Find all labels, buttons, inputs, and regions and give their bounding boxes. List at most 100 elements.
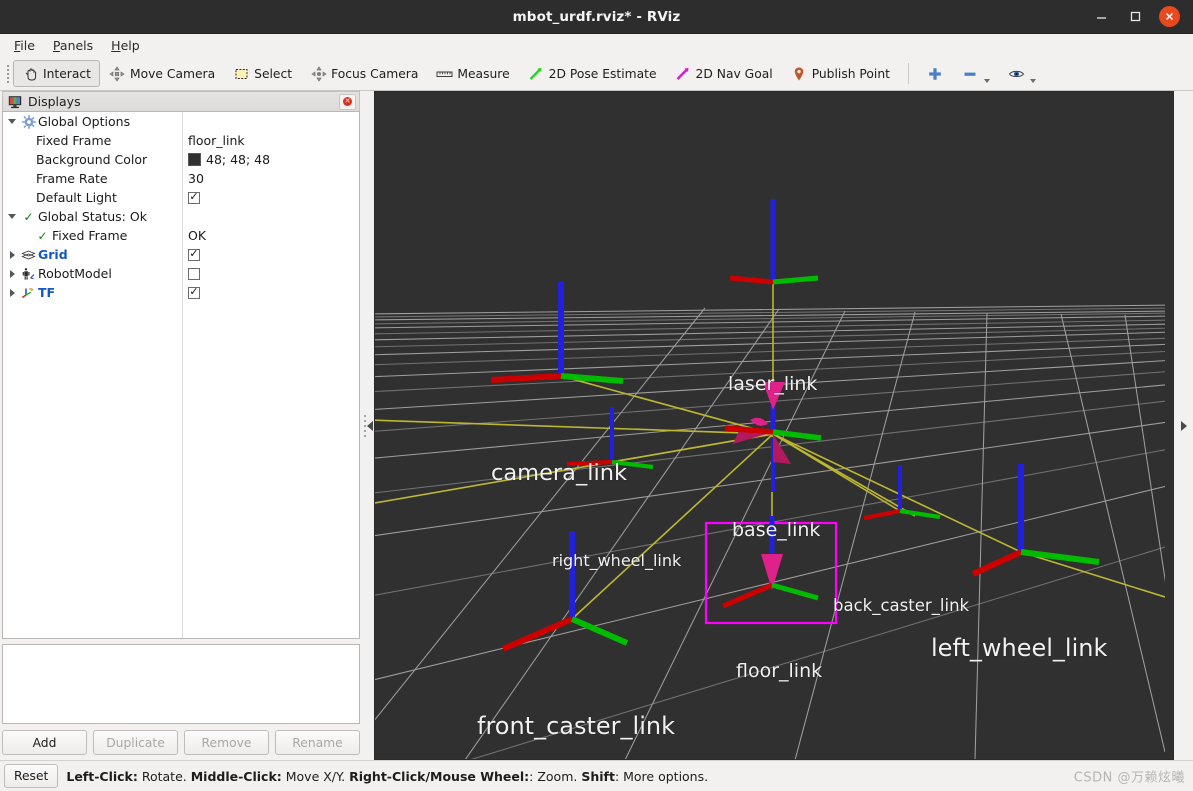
tree-label-frame-rate: Frame Rate	[36, 171, 108, 186]
tool-interact[interactable]: Interact	[13, 60, 100, 87]
hand-cursor-icon	[22, 65, 39, 82]
window-controls	[1091, 6, 1193, 27]
gear-icon	[19, 114, 38, 129]
tool-select[interactable]: Select	[224, 60, 301, 87]
tree-label-grid: Grid	[38, 247, 68, 262]
tool-measure-label: Measure	[457, 66, 510, 81]
checkbox-grid[interactable]: ✓	[188, 248, 200, 261]
tree-row-global-status[interactable]: ✓ Global Status: Ok	[3, 207, 182, 226]
map-pin-icon	[791, 65, 808, 82]
hint-shift: Shift	[581, 768, 615, 784]
viewport-scene	[375, 92, 1165, 759]
tool-focus-camera[interactable]: Focus Camera	[301, 60, 427, 87]
focus-camera-icon	[310, 65, 327, 82]
add-button[interactable]: Add	[2, 730, 87, 755]
tool-publish-point[interactable]: Publish Point	[782, 60, 899, 87]
toolbar-separator	[907, 63, 909, 84]
maximize-icon[interactable]	[1125, 7, 1145, 27]
tool-2d-nav-goal[interactable]: 2D Nav Goal	[666, 60, 782, 87]
tree-row-fixed-frame[interactable]: Fixed Frame	[3, 131, 182, 150]
right-splitter-handle[interactable]	[1174, 91, 1193, 760]
tool-2d-nav-goal-label: 2D Nav Goal	[695, 66, 773, 81]
tool-add-view[interactable]	[918, 60, 953, 87]
expand-right-arrow-icon[interactable]	[1180, 420, 1187, 431]
tree-label-global-status: Global Status: Ok	[38, 209, 147, 224]
value-background-color[interactable]: 48; 48; 48	[183, 150, 359, 169]
tree-label-background-color: Background Color	[36, 152, 148, 167]
status-hint: Left-Click: Rotate. Middle-Click: Move X…	[66, 769, 708, 784]
tree-row-default-light[interactable]: Default Light	[3, 188, 182, 207]
menu-help[interactable]: Help	[103, 36, 148, 55]
color-swatch	[188, 153, 201, 166]
tool-2d-pose-estimate[interactable]: 2D Pose Estimate	[519, 60, 666, 87]
tree-row-grid[interactable]: Grid	[3, 245, 182, 264]
collapse-left-arrow-icon[interactable]	[366, 420, 373, 431]
hint-zoom: : Zoom.	[529, 768, 582, 784]
twisty-closed-icon-robot[interactable]	[5, 270, 19, 278]
duplicate-button[interactable]: Duplicate	[93, 730, 178, 755]
hint-more: : More options.	[614, 768, 709, 784]
tree-row-frame-rate[interactable]: Frame Rate	[3, 169, 182, 188]
twisty-closed-icon-tf[interactable]	[5, 289, 19, 297]
green-check-icon-2: ✓	[37, 228, 48, 243]
displays-tree-names: Global Options Fixed Frame Background Co…	[3, 112, 183, 638]
tree-row-robotmodel[interactable]: RobotModel	[3, 264, 182, 283]
displays-tree[interactable]: Global Options Fixed Frame Background Co…	[2, 111, 360, 639]
tree-label-default-light: Default Light	[36, 190, 117, 205]
close-icon[interactable]	[1159, 6, 1180, 27]
hint-left-click: Left-Click:	[66, 768, 138, 784]
twisty-open-icon[interactable]	[5, 119, 19, 124]
tool-measure[interactable]: Measure	[427, 60, 518, 87]
3d-viewport[interactable]: laser_link camera_link base_link right_w…	[374, 91, 1174, 760]
checkbox-tf[interactable]: ✓	[188, 286, 200, 299]
value-frame-rate[interactable]: 30	[183, 169, 359, 188]
reset-button[interactable]: Reset	[4, 764, 59, 788]
value-global-status	[183, 207, 359, 226]
left-splitter-handle[interactable]	[362, 91, 374, 760]
displays-panel-close-button[interactable]: ✕	[339, 93, 356, 110]
grid-icon	[19, 248, 38, 262]
status-bar: Reset Left-Click: Rotate. Middle-Click: …	[0, 760, 1193, 791]
toolbar-grip[interactable]	[4, 63, 11, 85]
window-title: mbot_urdf.rviz* - RViz	[512, 8, 681, 25]
value-default-light[interactable]: ✓	[183, 188, 359, 207]
menu-file[interactable]: File	[6, 36, 43, 55]
remove-button[interactable]: Remove	[184, 730, 269, 755]
value-tf[interactable]: ✓	[183, 283, 359, 302]
rename-button[interactable]: Rename	[275, 730, 360, 755]
minimize-icon[interactable]	[1091, 7, 1111, 27]
tree-row-status-fixed-frame[interactable]: ✓ Fixed Frame	[3, 226, 182, 245]
hint-middle-click: Middle-Click:	[190, 768, 282, 784]
value-status-fixed-frame: OK	[188, 228, 207, 243]
tree-label-global-options: Global Options	[38, 114, 131, 129]
main-area: Displays ✕ Global Options Fixed Frame Ba…	[0, 91, 1193, 760]
chevron-down-icon-2[interactable]	[1029, 79, 1036, 83]
splitter-grip-dots	[364, 414, 366, 437]
tool-move-camera[interactable]: Move Camera	[100, 60, 224, 87]
hint-right-click: Right-Click/Mouse Wheel:	[349, 768, 530, 784]
checkbox-robotmodel[interactable]	[188, 267, 200, 280]
twisty-closed-icon-grid[interactable]	[5, 251, 19, 259]
move-camera-icon	[109, 65, 126, 82]
checkbox-default-light[interactable]: ✓	[188, 191, 200, 204]
chevron-down-icon[interactable]	[983, 79, 990, 83]
tree-row-tf[interactable]: TF	[3, 283, 182, 302]
menu-panels[interactable]: Panels	[45, 36, 101, 55]
tool-visibility[interactable]	[999, 60, 1045, 87]
tool-remove-view[interactable]	[953, 60, 999, 87]
display-monitor-icon	[6, 93, 23, 110]
tool-interact-label: Interact	[43, 66, 91, 81]
tf-axes-icon	[19, 286, 38, 300]
hint-move: Move X/Y.	[281, 768, 350, 784]
tree-row-global-options[interactable]: Global Options	[3, 112, 182, 131]
robot-icon	[19, 267, 38, 281]
displays-panel-title: Displays	[28, 94, 81, 109]
tree-row-background-color[interactable]: Background Color	[3, 150, 182, 169]
value-robotmodel[interactable]	[183, 264, 359, 283]
value-grid[interactable]: ✓	[183, 245, 359, 264]
plus-icon	[927, 65, 944, 82]
rviz-window: mbot_urdf.rviz* - RViz File Panels Help	[0, 0, 1193, 791]
twisty-open-icon-2[interactable]	[5, 214, 19, 219]
value-fixed-frame[interactable]: floor_link	[183, 131, 359, 150]
minus-icon	[962, 65, 979, 82]
